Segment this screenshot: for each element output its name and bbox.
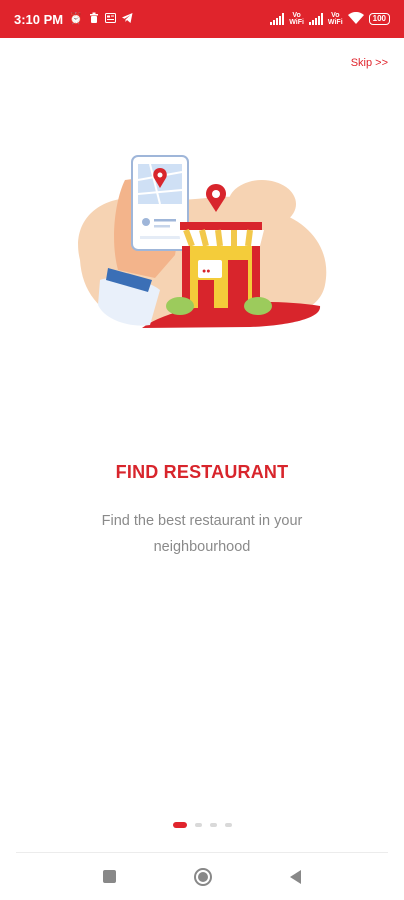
- page-dot-active[interactable]: [172, 822, 187, 828]
- skip-button[interactable]: Skip >>: [351, 57, 388, 69]
- page-dot[interactable]: [194, 823, 202, 827]
- signal-icon: [308, 13, 323, 25]
- page-dot[interactable]: [209, 823, 217, 827]
- status-left: 3:10 PM ⏰: [14, 12, 133, 27]
- recents-square-icon[interactable]: [103, 870, 116, 883]
- page-indicator: [0, 822, 404, 828]
- back-triangle-icon[interactable]: [290, 869, 301, 884]
- svg-text:●●: ●●: [202, 268, 210, 275]
- status-right: Vo WiFi Vo WiFi 100: [270, 11, 390, 27]
- alarm-icon: ⏰: [69, 12, 83, 25]
- trash-icon: [89, 12, 99, 26]
- status-time: 3:10 PM: [14, 11, 64, 27]
- restaurant-illustration: ●●: [78, 155, 327, 328]
- message-icon: [104, 12, 116, 26]
- status-bar: 3:10 PM ⏰ Vo WiFi Vo WiFi 100: [0, 0, 404, 38]
- onboarding-title: FIND RESTAURANT: [115, 462, 289, 482]
- onboarding-description: Find the best restaurant in your neighbo…: [101, 513, 303, 555]
- home-circle-icon[interactable]: [194, 867, 212, 886]
- vowifi-label: Vo WiFi: [289, 12, 304, 26]
- vowifi-label: Vo WiFi: [327, 12, 343, 26]
- navigation-bar: [0, 853, 404, 900]
- wifi-icon: [347, 11, 364, 27]
- signal-icon: [270, 13, 285, 25]
- page-dot[interactable]: [224, 823, 232, 827]
- battery-icon: 100: [368, 13, 390, 25]
- telegram-icon: [121, 12, 133, 26]
